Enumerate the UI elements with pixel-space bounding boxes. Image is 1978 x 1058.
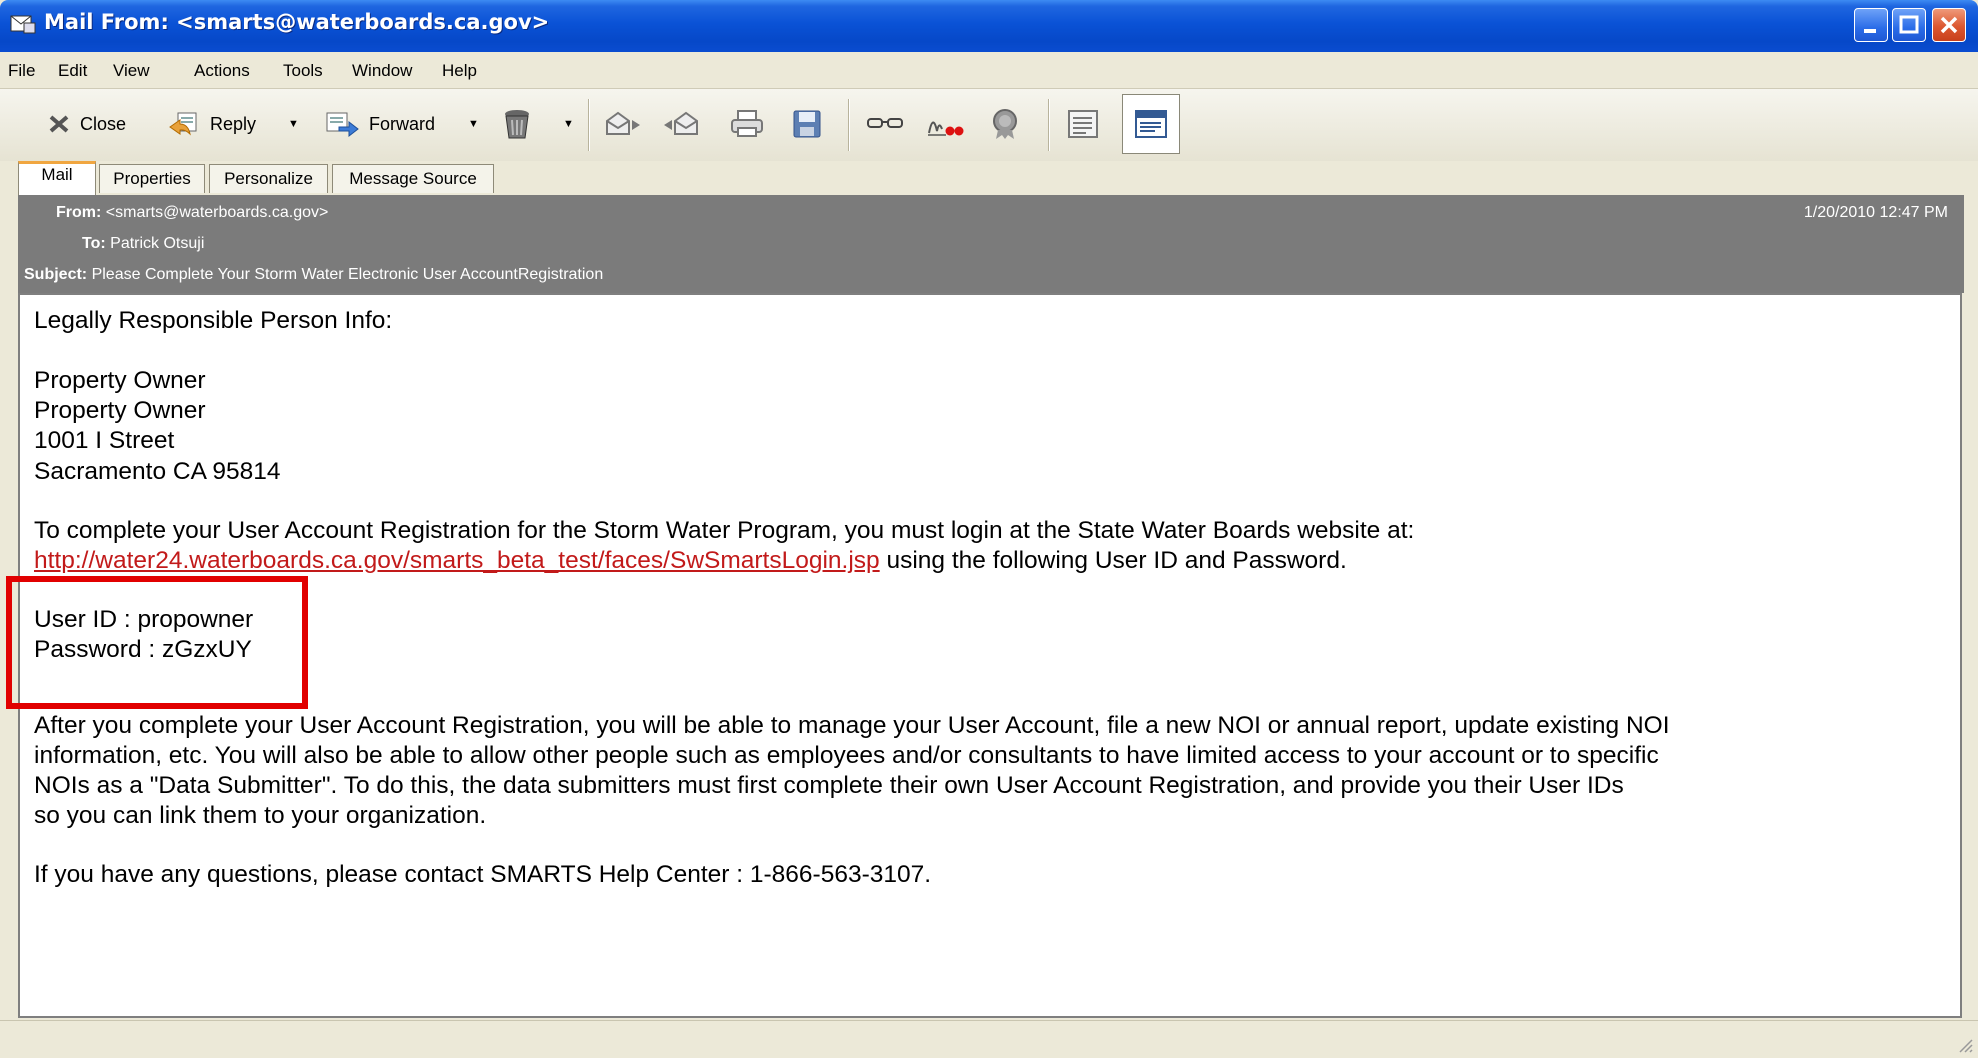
certificate-button[interactable] <box>988 107 1032 141</box>
tab-personalize[interactable]: Personalize <box>209 164 328 193</box>
status-bar <box>0 1020 1978 1058</box>
forward-icon <box>326 112 359 138</box>
body-line: To complete your User Account Registrati… <box>34 517 1415 544</box>
minimize-icon <box>1864 29 1876 33</box>
close-window-button[interactable] <box>1932 8 1966 42</box>
close-icon <box>1940 16 1958 34</box>
glasses-icon <box>867 118 903 128</box>
menu-window[interactable]: Window <box>352 61 412 81</box>
sign-button[interactable] <box>926 107 974 141</box>
menu-actions[interactable]: Actions <box>194 61 250 81</box>
view-security-button[interactable] <box>866 107 914 141</box>
tab-message-source[interactable]: Message Source <box>332 164 494 193</box>
body-line: Legally Responsible Person Info: <box>34 307 393 334</box>
list-view-icon <box>1068 110 1098 138</box>
body-line: If you have any questions, please contac… <box>34 861 932 888</box>
reply-icon <box>169 112 197 136</box>
forward-button[interactable]: Forward <box>325 107 435 141</box>
body-line: Sacramento CA 95814 <box>34 458 281 485</box>
menu-bar: File Edit View Actions Tools Window Help <box>0 52 1978 89</box>
close-x-icon <box>49 115 69 133</box>
previous-message-icon <box>664 111 698 135</box>
toolbar: Close Reply ▼ Forward ▼ ▼ <box>0 89 1978 162</box>
menu-edit[interactable]: Edit <box>58 61 87 81</box>
minimize-button[interactable] <box>1854 8 1888 42</box>
print-button[interactable] <box>730 107 774 141</box>
mail-window: Mail From: <smarts@waterboards.ca.gov> F… <box>0 0 1978 1058</box>
body-line: so you can link them to your organizatio… <box>34 802 487 829</box>
preview-pane-icon <box>1135 110 1167 138</box>
close-button[interactable]: Close <box>48 107 126 141</box>
body-line: Property Owner <box>34 367 206 394</box>
next-message-button[interactable] <box>604 107 652 141</box>
tab-mail[interactable]: Mail <box>18 161 96 195</box>
reply-label: Reply <box>210 113 257 134</box>
save-button[interactable] <box>792 107 832 141</box>
to-row: To: Patrick Otsuji <box>82 235 204 253</box>
resize-grip-icon[interactable] <box>1956 1036 1974 1054</box>
mail-window-icon <box>10 15 36 34</box>
reply-dropdown-icon[interactable]: ▼ <box>288 107 299 141</box>
delete-dropdown-icon[interactable]: ▼ <box>563 107 574 141</box>
reply-button[interactable]: Reply <box>168 107 256 141</box>
menu-file[interactable]: File <box>8 61 35 81</box>
title-bar[interactable]: Mail From: <smarts@waterboards.ca.gov> <box>0 0 1978 52</box>
subject-label: Subject: <box>24 266 88 283</box>
maximize-button[interactable] <box>1892 8 1926 42</box>
delete-button[interactable] <box>502 107 542 141</box>
tab-properties[interactable]: Properties <box>99 164 205 193</box>
close-label: Close <box>80 113 127 134</box>
menu-view[interactable]: View <box>113 61 150 81</box>
certificate-icon <box>993 109 1017 139</box>
subject-row: Subject: Please Complete Your Storm Wate… <box>24 266 603 284</box>
to-value[interactable]: Patrick Otsuji <box>110 235 204 252</box>
body-line: 1001 I Street <box>34 427 175 454</box>
body-line: NOIs as a "Data Submitter". To do this, … <box>34 772 1624 799</box>
link-suffix: using the following User ID and Password… <box>879 547 1347 574</box>
message-date: 1/20/2010 12:47 PM <box>1803 204 1948 221</box>
from-value[interactable]: <smarts@waterboards.ca.gov> <box>106 204 329 221</box>
from-row: From: <smarts@waterboards.ca.gov> <box>56 204 328 222</box>
maximize-icon <box>1899 15 1919 34</box>
forward-dropdown-icon[interactable]: ▼ <box>468 107 479 141</box>
to-label: To: <box>82 235 106 252</box>
body-line: Property Owner <box>34 397 206 424</box>
forward-label: Forward <box>369 113 436 134</box>
tab-bar: Mail Properties Personalize Message Sour… <box>0 161 1978 195</box>
highlight-box <box>6 576 308 709</box>
message-header: From: <smarts@waterboards.ca.gov> To: Pa… <box>18 195 1964 293</box>
show-headers-button[interactable] <box>1068 107 1108 141</box>
menu-tools[interactable]: Tools <box>283 61 323 81</box>
subject-value: Please Complete Your Storm Water Electro… <box>91 266 604 283</box>
menu-help[interactable]: Help <box>442 61 477 81</box>
message-body[interactable]: Legally Responsible Person Info: Propert… <box>18 293 1962 1018</box>
preview-pane-button[interactable] <box>1122 94 1180 154</box>
signature-icon <box>928 121 964 136</box>
body-line-with-link: http://water24.waterboards.ca.gov/smarts… <box>34 546 1347 576</box>
print-icon <box>731 110 763 137</box>
next-message-icon <box>606 111 640 135</box>
window-title: Mail From: <smarts@waterboards.ca.gov> <box>44 10 550 34</box>
body-line: After you complete your User Account Reg… <box>34 712 1670 739</box>
trash-icon <box>505 110 529 139</box>
body-line: information, etc. You will also be able … <box>34 742 1659 769</box>
login-link[interactable]: http://water24.waterboards.ca.gov/smarts… <box>34 547 880 574</box>
previous-message-button[interactable] <box>662 107 710 141</box>
save-icon <box>793 110 821 138</box>
from-label: From: <box>56 204 102 221</box>
